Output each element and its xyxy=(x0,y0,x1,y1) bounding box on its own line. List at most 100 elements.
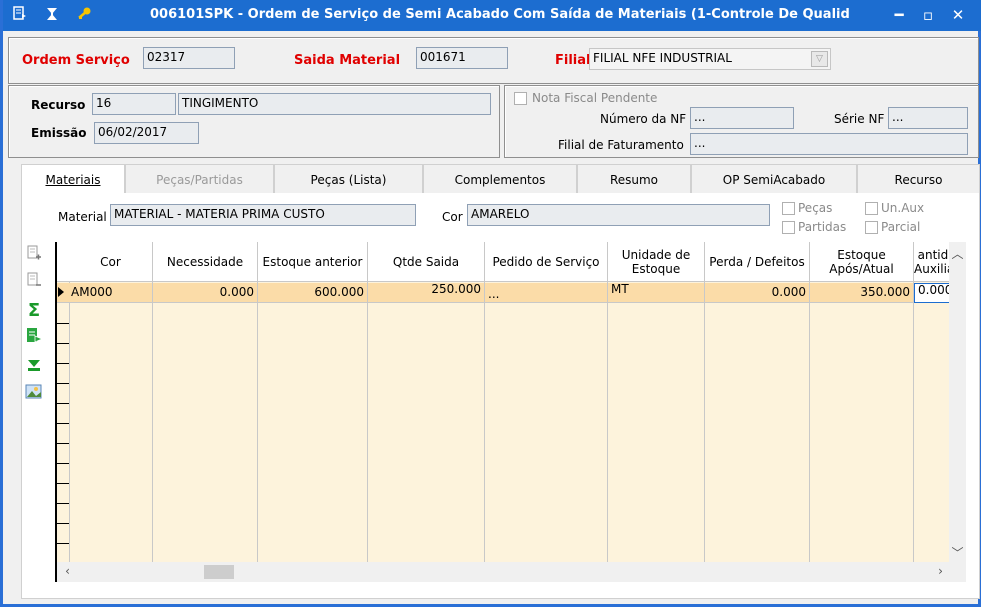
move-bottom-icon[interactable] xyxy=(25,357,43,375)
cor-label: Cor xyxy=(442,210,463,224)
tab-recurso-label: Recurso xyxy=(894,173,943,187)
material-field[interactable]: MATERIAL - MATERIA PRIMA CUSTO xyxy=(110,204,416,226)
table-row[interactable]: AM000 0.000 600.000 250.000 ... MT 0.000… xyxy=(57,283,949,303)
tab-resumo[interactable]: Resumo xyxy=(577,164,691,194)
row-indicator xyxy=(57,463,69,464)
col-header-perda-defeitos[interactable]: Perda / Defeitos xyxy=(705,242,810,282)
partidas-label: Partidas xyxy=(798,220,847,234)
col-header-pedido-servico[interactable]: Pedido de Serviço xyxy=(485,242,608,282)
cell-qtde-saida[interactable]: 250.000 xyxy=(368,283,485,303)
tab-pecas-lista[interactable]: Peças (Lista) xyxy=(274,164,423,194)
col-divider xyxy=(69,282,70,562)
export-icon[interactable] xyxy=(25,327,44,345)
chevron-down-icon[interactable]: ▽ xyxy=(811,51,828,67)
nota-fiscal-pendente-checkbox[interactable] xyxy=(514,92,527,105)
close-button[interactable]: ✕ xyxy=(945,4,971,26)
ordem-servico-field[interactable]: 02317 xyxy=(143,47,235,69)
pecas-checkbox[interactable] xyxy=(782,202,795,215)
filial-faturamento-field[interactable]: ... xyxy=(690,133,968,155)
col-divider xyxy=(152,282,153,562)
col-header-estoque-apos-atual[interactable]: Estoque Após/Atual xyxy=(810,242,914,282)
numero-nf-field[interactable]: ... xyxy=(690,107,794,129)
filial-faturamento-label: Filial de Faturamento xyxy=(558,138,684,152)
emissao-field[interactable]: 06/02/2017 xyxy=(94,122,199,144)
col-header-necessidade[interactable]: Necessidade xyxy=(153,242,258,282)
minimize-button[interactable]: ━ xyxy=(886,4,912,26)
saida-material-label: Saida Material xyxy=(294,53,401,68)
col-divider xyxy=(809,282,810,562)
cell-cor[interactable]: AM000 xyxy=(69,283,153,303)
row-indicator xyxy=(57,483,69,484)
filial-select-value: FILIAL NFE INDUSTRIAL xyxy=(593,51,732,65)
cor-field[interactable]: AMARELO xyxy=(467,204,770,226)
scroll-right-icon[interactable]: › xyxy=(932,564,949,578)
recurso-name-field: TINGIMENTO xyxy=(178,93,491,115)
parcial-label: Parcial xyxy=(881,220,921,234)
recurso-label: Recurso xyxy=(31,98,86,112)
cell-unidade-estoque[interactable]: MT xyxy=(608,283,705,303)
recurso-panel: Recurso 16 TINGIMENTO Emissão 06/02/2017 xyxy=(8,85,500,158)
vertical-scrollbar[interactable]: ︿ ﹀ xyxy=(949,242,966,562)
materials-grid[interactable]: Cor Necessidade Estoque anterior Qtde Sa… xyxy=(55,242,949,562)
tab-op-semiacabado[interactable]: OP SemiAcabado xyxy=(691,164,857,194)
ordem-servico-label: Ordem Serviço xyxy=(22,53,130,68)
delete-row-icon[interactable] xyxy=(25,272,43,290)
scroll-thumb[interactable] xyxy=(204,565,234,579)
col-divider xyxy=(367,282,368,562)
col-header-estoque-anterior[interactable]: Estoque anterior xyxy=(258,242,368,282)
scroll-left-icon[interactable]: ‹ xyxy=(59,564,76,578)
row-pointer-icon xyxy=(58,287,64,297)
horizontal-scrollbar[interactable]: ‹ › xyxy=(55,562,966,582)
nota-fiscal-pendente-label: Nota Fiscal Pendente xyxy=(532,91,658,105)
col-divider xyxy=(257,282,258,562)
recurso-code-field[interactable]: 16 xyxy=(92,93,176,115)
grid-header: Cor Necessidade Estoque anterior Qtde Sa… xyxy=(57,242,949,282)
row-indicator xyxy=(57,363,69,364)
scroll-up-icon[interactable]: ︿ xyxy=(949,245,966,262)
tab-complementos-label: Complementos xyxy=(454,173,546,187)
cell-pedido-servico[interactable]: ... xyxy=(485,283,608,303)
image-icon[interactable] xyxy=(25,383,43,401)
tab-complementos[interactable]: Complementos xyxy=(423,164,577,194)
tools-icon[interactable] xyxy=(43,6,61,24)
col-header-cor[interactable]: Cor xyxy=(69,242,153,282)
tab-recurso[interactable]: Recurso xyxy=(857,164,980,194)
col-divider xyxy=(484,282,485,562)
maximize-button[interactable]: ▫ xyxy=(915,4,941,26)
filial-label: Filial xyxy=(555,53,591,68)
un-aux-label: Un.Aux xyxy=(881,201,925,215)
tab-op-semiacabado-label: OP SemiAcabado xyxy=(722,173,826,187)
row-indicator xyxy=(57,383,69,384)
row-indicator xyxy=(57,523,69,524)
cell-necessidade[interactable]: 0.000 xyxy=(153,283,258,303)
insert-row-icon[interactable] xyxy=(25,245,43,263)
serie-nf-field[interactable]: ... xyxy=(888,107,968,129)
tab-pecas-partidas[interactable]: Peças/Partidas xyxy=(125,164,274,194)
tab-bar: Materiais Peças/Partidas Peças (Lista) C… xyxy=(21,164,980,194)
window-menu-icon[interactable] xyxy=(11,6,29,24)
key-icon[interactable] xyxy=(75,6,93,24)
tab-materiais[interactable]: Materiais xyxy=(21,164,125,194)
cell-quantidade-auxiliar[interactable]: 0.000 xyxy=(914,283,949,303)
tab-resumo-label: Resumo xyxy=(609,173,659,187)
un-aux-checkbox[interactable] xyxy=(865,202,878,215)
row-indicator xyxy=(57,323,69,324)
saida-material-field[interactable]: 001671 xyxy=(416,47,508,69)
tab-pecas-lista-label: Peças (Lista) xyxy=(310,173,387,187)
col-header-quantidade-auxiliar[interactable]: antida Auxiliar xyxy=(914,242,949,282)
parcial-checkbox[interactable] xyxy=(865,221,878,234)
col-header-qtde-saida[interactable]: Qtde Saida xyxy=(368,242,485,282)
scroll-down-icon[interactable]: ﹀ xyxy=(949,544,966,561)
cell-estoque-anterior[interactable]: 600.000 xyxy=(258,283,368,303)
col-divider xyxy=(607,282,608,562)
window-title: 006101SPK - Ordem de Serviço de Semi Aca… xyxy=(150,7,850,22)
partidas-checkbox[interactable] xyxy=(782,221,795,234)
main-window: 006101SPK - Ordem de Serviço de Semi Aca… xyxy=(0,0,981,607)
nota-fiscal-panel: Nota Fiscal Pendente Número da NF ... Sé… xyxy=(504,85,979,158)
filial-select[interactable]: FILIAL NFE INDUSTRIAL ▽ xyxy=(589,48,831,70)
header-panel: Ordem Serviço 02317 Saida Material 00167… xyxy=(8,37,979,84)
sum-icon[interactable]: Σ xyxy=(25,302,43,320)
cell-perda-defeitos[interactable]: 0.000 xyxy=(705,283,810,303)
cell-estoque-apos-atual[interactable]: 350.000 xyxy=(810,283,914,303)
col-header-unidade-estoque[interactable]: Unidade de Estoque xyxy=(608,242,705,282)
